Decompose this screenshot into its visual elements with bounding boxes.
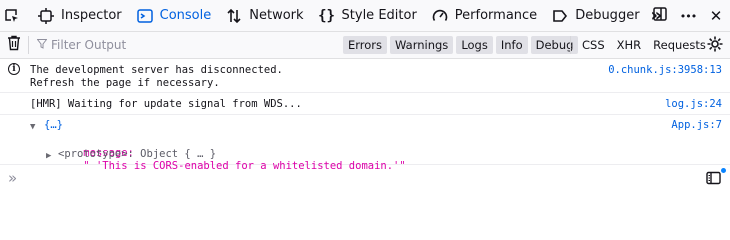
element-picker-icon xyxy=(4,7,20,25)
tab-inspector[interactable]: Inspector xyxy=(30,0,129,32)
tab-network[interactable]: Network xyxy=(218,0,310,32)
tab-debugger-label: Debugger xyxy=(575,8,640,23)
tab-style-editor[interactable]: {} Style Editor xyxy=(311,0,424,32)
log-level-filters: Errors Warnings Logs Info Debug xyxy=(343,36,579,54)
separator xyxy=(570,36,571,54)
message-source-link[interactable]: log.js:24 xyxy=(665,98,722,111)
input-prompt-icon: » xyxy=(8,169,18,187)
message-line-2: Refresh the page if necessary. xyxy=(30,77,220,89)
close-button[interactable]: ✕ xyxy=(702,0,730,32)
dock-toggle-button[interactable] xyxy=(646,0,674,32)
console-filter-bar: Errors Warnings Logs Info Debug CSS XHR … xyxy=(0,32,730,59)
trash-icon xyxy=(7,35,21,55)
tab-performance-label: Performance xyxy=(454,8,538,23)
tab-console[interactable]: Console xyxy=(129,0,219,32)
menu-button[interactable]: ••• xyxy=(674,0,702,32)
sidebar-toggle-button[interactable] xyxy=(706,170,722,185)
tab-network-label: Network xyxy=(249,8,304,23)
object-summary[interactable]: {…} xyxy=(44,119,63,132)
notification-dot xyxy=(721,168,726,173)
gear-icon xyxy=(707,36,723,56)
filter-field[interactable] xyxy=(36,32,337,59)
filter-info-button[interactable]: Info xyxy=(495,36,528,54)
console-message-log: [HMR] Waiting for update signal from WDS… xyxy=(0,93,730,115)
filter-debug-button[interactable]: Debug xyxy=(530,36,579,54)
separator xyxy=(28,36,29,54)
console-message-info: i The development server has disconnecte… xyxy=(0,60,730,93)
filter-errors-button[interactable]: Errors xyxy=(343,36,388,54)
tab-style-editor-label: Style Editor xyxy=(341,8,417,23)
clear-console-button[interactable] xyxy=(0,32,28,59)
filter-xhr-button[interactable]: XHR xyxy=(611,36,648,54)
tab-console-label: Console xyxy=(159,8,212,23)
console-settings-button[interactable] xyxy=(704,35,726,57)
sidebar-icon xyxy=(706,171,721,185)
info-icon: i xyxy=(8,63,20,75)
expand-object-twisty[interactable]: ▼ xyxy=(30,121,35,134)
tab-inspector-label: Inspector xyxy=(61,8,122,23)
filter-requests-button[interactable]: Requests xyxy=(647,36,712,54)
performance-icon xyxy=(431,7,449,25)
filter-warnings-button[interactable]: Warnings xyxy=(390,36,454,54)
devtools-toolbar: Inspector Console Network {} Style Edito… xyxy=(0,0,730,32)
dock-icon xyxy=(652,6,668,26)
message-text: The development server has disconnected.… xyxy=(30,64,283,90)
filter-icon xyxy=(36,38,48,52)
inspector-icon xyxy=(37,7,55,25)
network-icon xyxy=(225,7,243,25)
prototype-entry[interactable]: <prototype>: Object { … } xyxy=(58,148,216,161)
console-icon xyxy=(136,7,154,25)
expand-prototype-twisty[interactable]: ▶ xyxy=(46,150,51,163)
tab-performance[interactable]: Performance xyxy=(424,0,544,32)
message-text: [HMR] Waiting for update signal from WDS… xyxy=(30,98,302,110)
console-input-row[interactable]: » xyxy=(0,166,730,190)
debugger-icon xyxy=(551,7,569,25)
more-options-icon: ••• xyxy=(679,9,697,23)
filter-css-button[interactable]: CSS xyxy=(576,36,611,54)
message-source-link[interactable]: App.js:7 xyxy=(671,119,722,132)
network-filters: CSS XHR Requests xyxy=(576,36,712,54)
console-message-object: ▼ {…} message: " 'This is CORS-enabled f… xyxy=(0,115,730,172)
message-line-1: The development server has disconnected. xyxy=(30,64,283,76)
tab-debugger[interactable]: Debugger xyxy=(544,0,646,32)
close-icon: ✕ xyxy=(709,7,723,25)
message-source-link[interactable]: 0.chunk.js:3958:13 xyxy=(608,64,722,77)
filter-input[interactable] xyxy=(51,38,311,52)
element-picker-button[interactable] xyxy=(0,0,30,32)
filter-logs-button[interactable]: Logs xyxy=(456,36,493,54)
style-editor-icon: {} xyxy=(318,7,335,24)
